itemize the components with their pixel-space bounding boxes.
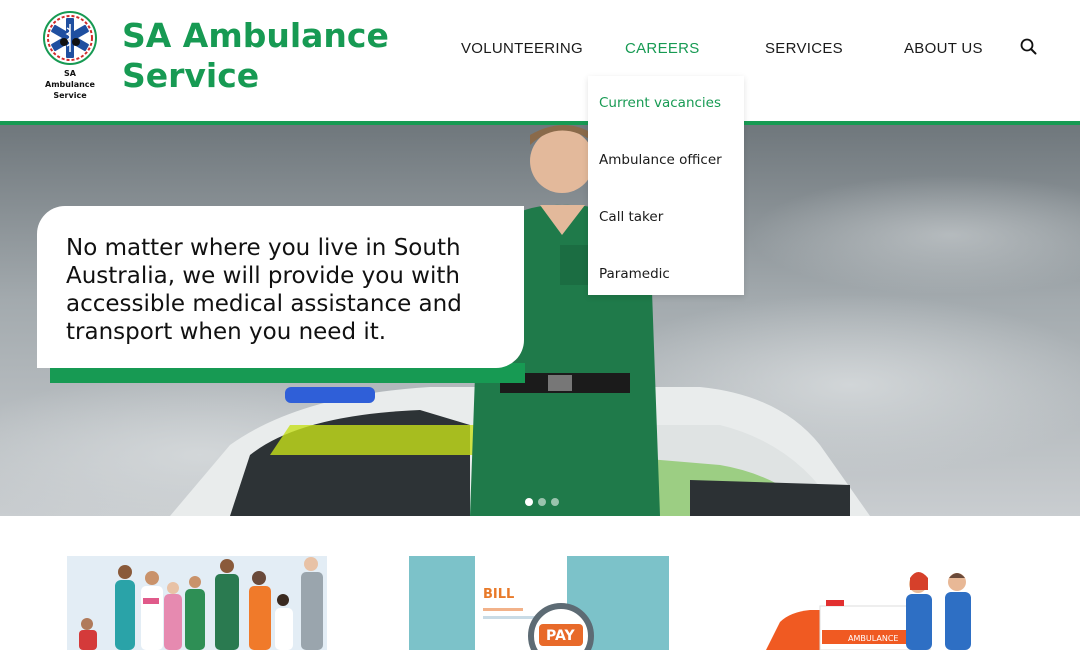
card-bill-pay[interactable]: BILL PAY: [409, 556, 669, 650]
site-header: SA Ambulance Service SA Ambulance Servic…: [0, 0, 1080, 121]
carousel-dot-3[interactable]: [551, 498, 559, 506]
nav-item-careers[interactable]: CAREERS: [625, 40, 700, 57]
diverse-community-illustration: [67, 556, 327, 650]
ambulance-label: AMBULANCE: [848, 634, 898, 643]
card-community[interactable]: [67, 556, 327, 650]
ambulance-staff-illustration: AMBULANCE: [750, 556, 1010, 650]
search-icon: [1020, 38, 1037, 55]
carousel-dot-2[interactable]: [538, 498, 546, 506]
nav-item-volunteering[interactable]: VOLUNTEERING: [461, 40, 583, 57]
hero-carousel: No matter where you live in South Austra…: [0, 125, 1080, 516]
bill-pay-illustration: BILL PAY: [409, 556, 669, 650]
carousel-dot-1[interactable]: [525, 498, 533, 506]
sa-ambulance-logo[interactable]: SA Ambulance Service: [40, 10, 100, 110]
card-ambulance-staff[interactable]: AMBULANCE: [750, 556, 1010, 650]
hero-text: No matter where you live in South Austra…: [66, 235, 462, 345]
main-nav: VOLUNTEERING CAREERS SERVICES ABOUT US: [0, 40, 1080, 60]
logo-wordmark: SA Ambulance Service: [45, 69, 95, 100]
hero-message-card: No matter where you live in South Austra…: [37, 206, 524, 368]
carousel-indicators: [522, 498, 562, 508]
site-title-line-2: Service: [122, 56, 260, 95]
search-button[interactable]: [1019, 37, 1039, 57]
menu-item-paramedic[interactable]: Paramedic: [599, 266, 670, 282]
menu-item-current-vacancies[interactable]: Current vacancies: [599, 95, 721, 111]
nav-item-services[interactable]: SERVICES: [765, 40, 843, 57]
bill-label: BILL: [483, 587, 514, 602]
nav-item-about-us[interactable]: ABOUT US: [904, 40, 983, 57]
menu-item-call-taker[interactable]: Call taker: [599, 209, 663, 225]
pay-label: PAY: [546, 628, 575, 644]
menu-item-ambulance-officer[interactable]: Ambulance officer: [599, 152, 722, 168]
careers-dropdown-menu: Current vacancies Ambulance officer Call…: [588, 76, 744, 295]
